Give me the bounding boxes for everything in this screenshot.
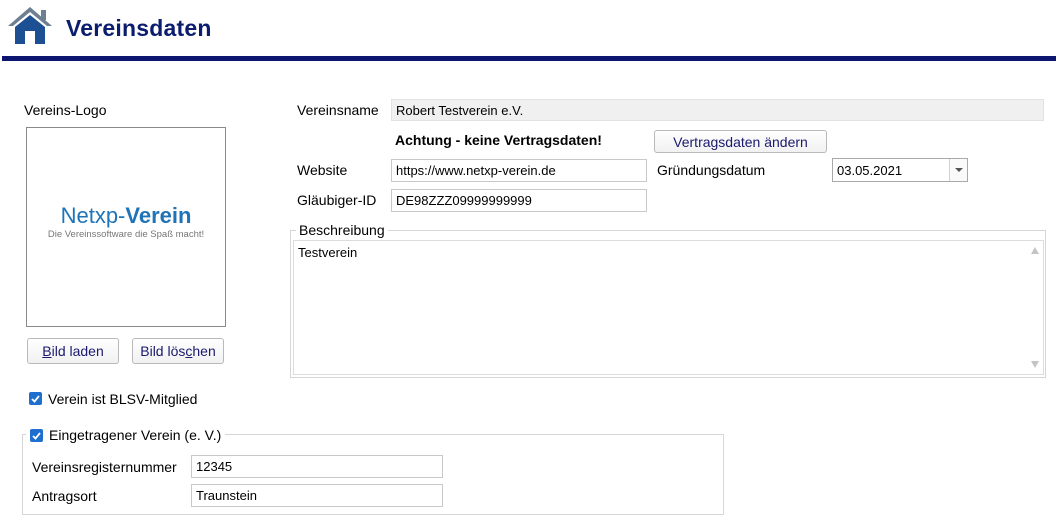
delete-image-button[interactable]: Bild lös c hen (132, 338, 224, 364)
chevron-down-icon (954, 168, 963, 172)
place-label: Antragsort (32, 488, 97, 504)
website-label: Website (297, 162, 348, 178)
place-field[interactable]: Traunstein (191, 484, 443, 507)
logo-section-label: Vereins-Logo (24, 102, 107, 118)
registered-legend: Eingetragener Verein (e. V.) (26, 427, 226, 443)
home-icon[interactable] (5, 4, 55, 46)
vertical-scrollbar[interactable] (1026, 241, 1043, 374)
founding-date-label: Gründungsdatum (657, 162, 766, 178)
creditor-id-field[interactable]: DE98ZZZ09999999999 (391, 189, 647, 212)
description-text: Testverein (298, 245, 358, 260)
blsv-checkbox[interactable] (29, 392, 42, 405)
brand-logo: Netxp-Verein Die Vereinssoftware die Spa… (27, 203, 225, 241)
brand-tagline: Die Vereinssoftware die Spaß macht! (47, 229, 205, 240)
blsv-label: Verein ist BLSV-Mitglied (48, 391, 198, 407)
page-title: Vereinsdaten (66, 15, 212, 41)
checkmark-icon (29, 392, 42, 405)
load-image-button[interactable]: Bild laden (27, 338, 119, 364)
registered-label: Eingetragener Verein (e. V.) (49, 427, 222, 443)
date-dropdown-button[interactable] (949, 159, 967, 181)
scroll-down-icon[interactable] (1031, 361, 1039, 368)
contract-warning: Achtung - keine Vertragsdaten! (395, 132, 602, 148)
description-legend: Beschreibung (296, 222, 388, 238)
club-name-field[interactable]: Robert Testverein e.V. (391, 99, 1044, 121)
creditor-id-label: Gläubiger-ID (297, 192, 377, 208)
register-number-label: Vereinsregisternummer (32, 459, 177, 475)
brand-suffix: Verein (125, 203, 192, 228)
edit-contract-button[interactable]: Vertragsdaten ändern (654, 130, 827, 153)
register-number-field[interactable]: 12345 (191, 455, 443, 478)
registered-checkbox[interactable] (30, 428, 43, 442)
founding-date-value: 03.05.2021 (837, 162, 903, 178)
brand-prefix: Netxp- (60, 203, 126, 228)
description-textarea[interactable]: Testverein (293, 240, 1044, 375)
founding-date-field[interactable]: 03.05.2021 (832, 158, 968, 182)
club-name-label: Vereinsname (297, 102, 379, 118)
website-field[interactable]: https://www.netxp-verein.de (391, 159, 647, 182)
scroll-up-icon[interactable] (1031, 247, 1039, 254)
header-divider (2, 56, 1056, 61)
logo-preview: Netxp-Verein Die Vereinssoftware die Spa… (26, 127, 226, 327)
